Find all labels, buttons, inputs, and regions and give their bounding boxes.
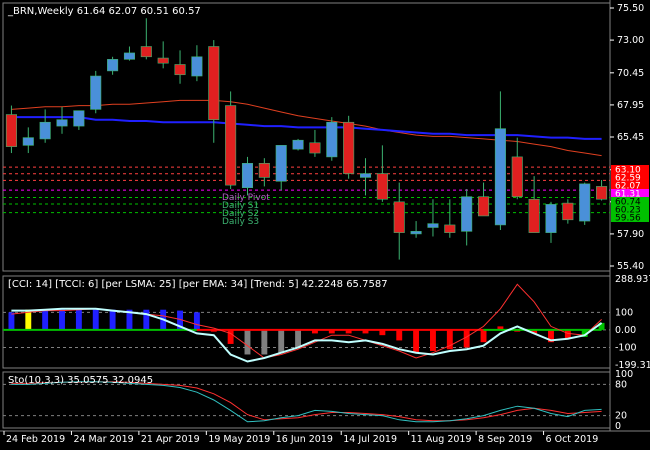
time-axis-label: 16 Jun 2019 <box>276 434 333 445</box>
chart-window: Daily Pivot Daily S1 Daily S2 Daily S3 _BRN,… <box>0 0 650 450</box>
cci-histogram-bar <box>193 312 200 330</box>
cci-histogram-bar <box>295 329 302 348</box>
candle-body[interactable] <box>56 119 68 127</box>
price-axis-label: 65.45 <box>617 132 644 143</box>
candle-body[interactable] <box>511 156 523 197</box>
candle-body[interactable] <box>309 142 321 154</box>
time-axis-label: 24 Mar 2019 <box>73 434 133 445</box>
main-chart-title: _BRN,Weekly 61.64 62.07 60.51 60.57 <box>7 6 201 17</box>
candle-body[interactable] <box>22 137 34 146</box>
candle-body[interactable] <box>393 201 405 233</box>
stochastic-panel-title: Sto(10,3,3) 35.0575 32.0945 <box>8 375 153 386</box>
candle-body[interactable] <box>73 110 85 127</box>
price-axis-label: 75.50 <box>617 3 644 14</box>
cci-histogram-bar <box>396 329 403 341</box>
cci-histogram-bar <box>92 309 99 330</box>
pivot-label: Daily S3 <box>222 217 259 227</box>
candle-body[interactable] <box>376 173 388 200</box>
main-price-panel-frame <box>2 2 611 272</box>
candle-body[interactable] <box>258 163 270 178</box>
stochastic-axis-label: 80 <box>615 379 627 390</box>
candle-body[interactable] <box>427 223 439 228</box>
candle-body[interactable] <box>461 196 473 232</box>
cci-histogram-bar <box>244 329 251 355</box>
candle-body[interactable] <box>157 57 169 64</box>
stochastic-axis-label: 20 <box>615 411 627 422</box>
moving-average-blue <box>11 116 602 140</box>
candle-body[interactable] <box>90 75 102 110</box>
time-axis-label: 24 Feb 2019 <box>6 434 65 445</box>
stochastic-signal-line <box>11 381 602 422</box>
candle-body[interactable] <box>241 163 254 189</box>
time-axis-label: 11 Aug 2019 <box>411 434 472 445</box>
cci-histogram-bar <box>413 329 420 353</box>
stochastic-axis-label: 100 <box>615 369 633 380</box>
time-axis-label: 8 Sep 2019 <box>478 434 532 445</box>
candle-body[interactable] <box>528 198 540 233</box>
cci-axis-label: 0.00 <box>615 325 636 336</box>
cci-panel-title: [CCI: 14] [TCCI: 6] [per LSMA: 25] [per … <box>8 279 388 290</box>
cci-histogram-bar <box>430 329 436 351</box>
cci-axis-label: 288.9375 <box>615 274 650 285</box>
candle-body[interactable] <box>208 46 220 120</box>
price-axis-label: 70.45 <box>617 68 644 79</box>
candle-body[interactable] <box>140 46 152 58</box>
price-axis-label: 73.00 <box>617 35 644 46</box>
cci-histogram-bar <box>480 329 487 343</box>
chart-canvas[interactable]: Daily PivotDaily S1Daily S2Daily S3_BRN,… <box>0 0 650 450</box>
candle-body[interactable] <box>39 121 51 140</box>
candle-body[interactable] <box>174 64 186 76</box>
cci-cyan-line <box>11 307 603 363</box>
cci-histogram-bar <box>109 309 116 330</box>
candle-body[interactable] <box>326 121 338 158</box>
candle-body[interactable] <box>579 183 591 222</box>
candle-body[interactable] <box>123 52 135 60</box>
candle-body[interactable] <box>292 139 304 150</box>
time-axis-label: 21 Apr 2019 <box>141 434 200 445</box>
price-axis-label: 67.95 <box>617 100 644 111</box>
cci-histogram-bar <box>75 309 82 330</box>
cci-axis-label: 100 <box>615 307 633 318</box>
cci-axis-label: -100 <box>615 342 637 353</box>
cci-histogram-bar <box>227 329 234 344</box>
candle-body[interactable] <box>410 231 422 235</box>
price-axis-label: 55.40 <box>617 261 644 272</box>
cci-histogram-bar <box>261 329 268 355</box>
time-axis-label: 6 Oct 2019 <box>546 434 599 445</box>
stochastic-axis-label: 0 <box>615 421 621 432</box>
price-level-tag-text: 59.56 <box>615 214 641 224</box>
cci-histogram-bar <box>143 309 150 330</box>
candle-body[interactable] <box>562 202 574 221</box>
candle-body[interactable] <box>494 128 506 226</box>
cci-histogram-bar <box>42 309 49 330</box>
time-axis-label: 19 May 2019 <box>208 434 270 445</box>
cci-histogram-bar <box>59 309 65 330</box>
candle-body[interactable] <box>225 105 237 186</box>
cci-red-line <box>11 283 602 359</box>
candle-body[interactable] <box>359 173 372 178</box>
cci-histogram-bar <box>278 329 285 353</box>
candle-body[interactable] <box>444 224 456 233</box>
cci-histogram-bar <box>8 312 15 330</box>
candle-body[interactable] <box>5 114 17 147</box>
candle-body[interactable] <box>596 186 608 200</box>
time-axis-label: 14 Jul 2019 <box>343 434 397 445</box>
candle-body[interactable] <box>478 196 490 217</box>
candle-body[interactable] <box>107 59 119 72</box>
candle-body[interactable] <box>275 145 287 182</box>
candle-body[interactable] <box>545 204 557 233</box>
candle-body[interactable] <box>191 56 203 77</box>
cci-histogram-bar <box>463 329 470 348</box>
price-axis-label: 57.90 <box>617 229 644 240</box>
candle-body[interactable] <box>343 121 355 174</box>
